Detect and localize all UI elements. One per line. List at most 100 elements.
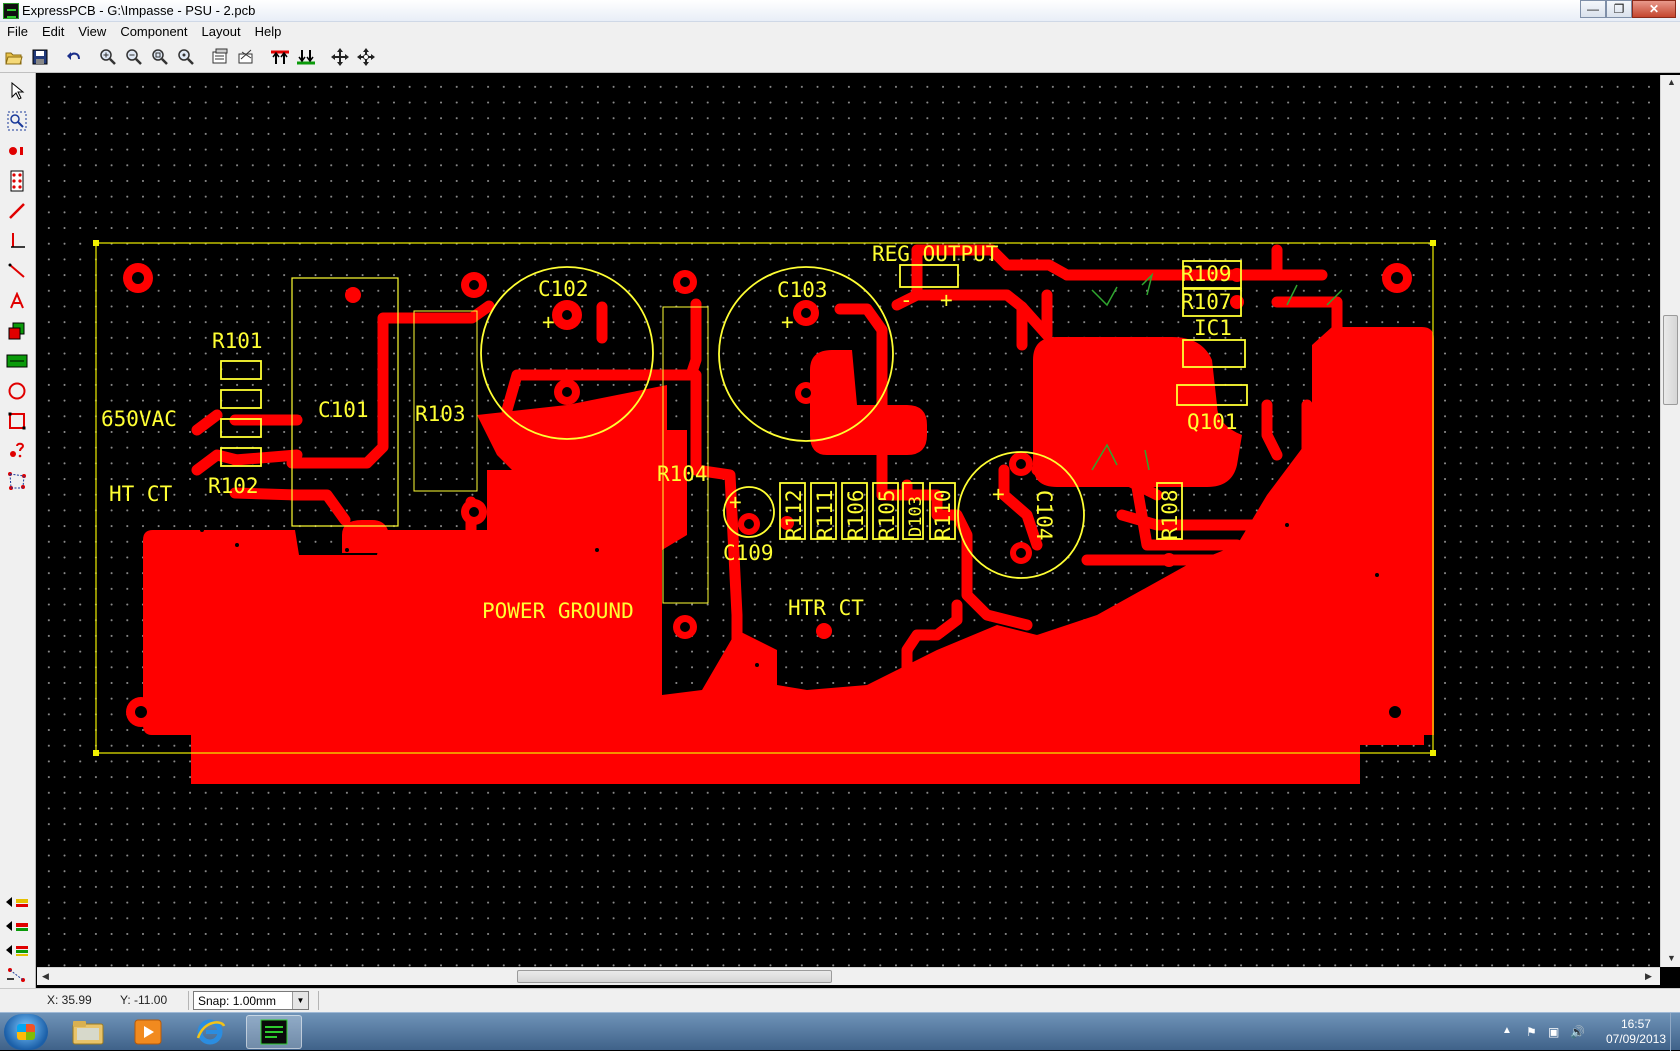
net-tool-button[interactable] [3,467,31,495]
minimize-button[interactable]: — [1580,0,1606,18]
explorer-icon [72,1021,104,1045]
windows-taskbar: ▲ ⚑ ▣ 🔊 16:57 07/09/2013 [0,1012,1680,1051]
label-ht-ct: HT CT [109,482,173,506]
r101b-outline [220,389,262,409]
close-button[interactable]: ✕ [1632,0,1676,18]
menu-help[interactable]: Help [248,22,289,41]
circle-tool-button[interactable] [3,377,31,405]
scroll-up-icon[interactable]: ▲ [1667,77,1676,87]
label-c102-plus: + [542,310,555,334]
label-r110: R110 [931,489,955,540]
vertical-trace-tool-button[interactable] [3,227,31,255]
start-button[interactable] [4,1014,48,1050]
taskbar-explorer[interactable] [60,1015,116,1049]
ground-plane-c103 [810,350,927,455]
menu-file[interactable]: File [0,22,35,41]
menu-view[interactable]: View [71,22,113,41]
menu-component[interactable]: Component [113,22,194,41]
network-icon[interactable]: ▣ [1548,1025,1562,1039]
top-layer-toggle[interactable] [3,891,31,913]
menu-bar: File Edit View Component Layout Help [0,22,1680,41]
status-x-coordinate: X: 35.99 [47,993,92,1007]
properties-button[interactable] [208,45,232,69]
help-tool-button[interactable] [3,437,31,465]
pan-button[interactable] [354,45,378,69]
taskbar-expresspcb[interactable] [246,1015,302,1049]
label-c104: C104 [1032,490,1056,541]
rectangle-tool-button[interactable] [3,407,31,435]
move-button[interactable] [328,45,352,69]
zoom-out-button[interactable] [122,45,146,69]
scroll-down-icon[interactable]: ▼ [1667,953,1676,963]
label-c101: C101 [318,398,369,422]
vertical-scroll-thumb[interactable] [1663,315,1678,405]
menu-layout[interactable]: Layout [195,22,248,41]
label-r101: R101 [212,329,263,353]
pcb-canvas[interactable]: REG OUTPUT 650VAC HT CT POWER GROUND HTR… [37,75,1659,967]
top-layer-button[interactable] [268,45,292,69]
r103-outline [413,310,478,492]
ground-plane-tool-button[interactable] [3,347,31,375]
ground-plane [143,327,1434,784]
horizontal-scrollbar[interactable]: ◀ ▶ [37,967,1660,985]
expresspcb-app-icon[interactable] [3,3,19,19]
label-reg-minus: - [900,288,913,312]
chevron-down-icon[interactable]: ▼ [292,992,308,1009]
vertical-scrollbar[interactable]: ▲ ▼ [1660,75,1680,967]
silkscreen-layer-toggle[interactable] [3,939,31,961]
snap-select[interactable]: Snap: 1.00mm ▼ [193,991,309,1010]
component-tool-button[interactable] [3,167,31,195]
show-desktop-button[interactable] [1670,1013,1680,1051]
main-toolbar [0,41,1680,73]
label-ic1: IC1 [1194,316,1232,340]
taskbar-media-player[interactable] [120,1015,176,1049]
taskbar-internet-explorer[interactable] [182,1015,238,1049]
trace-tool-button[interactable] [3,197,31,225]
pad-tool-button[interactable] [3,137,31,165]
clock[interactable]: 16:57 07/09/2013 [1606,1017,1666,1047]
label-r111: R111 [813,489,837,540]
title-bar[interactable]: ExpressPCB - G:\Impasse - PSU - 2.pcb — … [0,0,1680,22]
diagonal-trace-tool-button[interactable] [3,257,31,285]
text-tool-button[interactable] [3,287,31,315]
label-r108: R108 [1158,489,1182,540]
ratsnest-toggle[interactable] [3,963,31,987]
save-button[interactable] [28,45,52,69]
zoom-select-icon [7,111,27,131]
pcb-layout: REG OUTPUT 650VAC HT CT POWER GROUND HTR… [93,240,1436,784]
silkscreen-layer-toggle-icon [6,945,28,956]
zoom-fit-button[interactable] [148,45,172,69]
zoom-out-icon [126,48,142,65]
menu-edit[interactable]: Edit [35,22,71,41]
bottom-layer-button[interactable] [294,45,318,69]
zoom-board-icon [178,48,194,65]
label-c109: C109 [723,541,774,565]
zoom-in-icon [100,48,116,65]
restore-icon: ❐ [1613,2,1625,16]
close-icon: ✕ [1648,2,1660,16]
filled-shape-tool-button[interactable] [3,317,31,345]
bottom-layer-toggle[interactable] [3,915,31,937]
scroll-right-icon[interactable]: ▶ [1645,971,1652,982]
ground-plane-c101 [342,520,389,553]
action-center-icon[interactable]: ⚑ [1526,1025,1540,1039]
volume-icon[interactable]: 🔊 [1570,1025,1585,1039]
net-icon [8,472,26,490]
zoom-board-button[interactable] [174,45,198,69]
horizontal-scroll-thumb[interactable] [517,970,832,983]
label-r104: R104 [657,462,708,486]
rectangle-icon [8,412,26,430]
scroll-left-icon[interactable]: ◀ [42,971,49,982]
label-reg-plus: + [940,288,953,312]
select-tool-button[interactable] [3,77,31,105]
zoom-in-button[interactable] [96,45,120,69]
properties-icon [212,48,228,63]
undo-button[interactable] [62,45,86,69]
tray-expand-icon[interactable]: ▲ [1502,1025,1516,1039]
zoom-select-tool-button[interactable] [3,107,31,135]
layer-button[interactable] [234,45,258,69]
pan-icon [357,47,375,66]
open-button[interactable] [2,45,26,69]
label-r107: R107 [1181,290,1232,314]
restore-button[interactable]: ❐ [1606,0,1632,18]
